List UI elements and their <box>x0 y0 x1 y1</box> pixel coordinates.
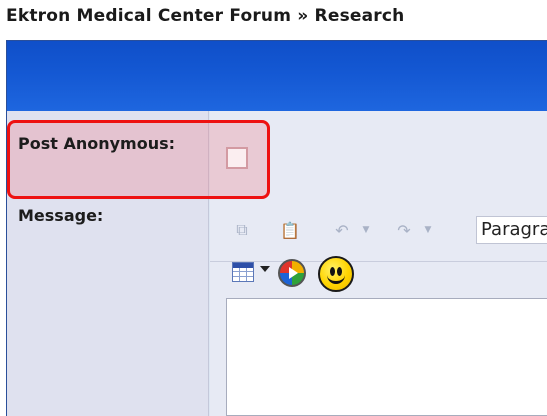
redo-icon[interactable]: ↷ <box>392 218 416 242</box>
media-icon[interactable] <box>278 259 306 287</box>
table-dropdown-icon[interactable] <box>260 266 270 272</box>
smiley-icon[interactable] <box>318 256 354 292</box>
paste-icon[interactable]: 📋 <box>278 218 302 242</box>
message-label: Message: <box>18 206 104 225</box>
message-editor[interactable] <box>226 298 547 416</box>
undo-dropdown-icon[interactable]: ▼ <box>354 218 378 242</box>
undo-icon[interactable]: ↶ <box>330 218 354 242</box>
redo-dropdown-icon[interactable]: ▼ <box>416 218 440 242</box>
paragraph-format-select[interactable]: Paragraph <box>476 216 547 244</box>
copy-icon[interactable]: ⧉ <box>230 218 254 242</box>
breadcrumb: Ektron Medical Center Forum » Research <box>6 6 405 26</box>
post-anonymous-label: Post Anonymous: <box>18 134 176 153</box>
editor-toolbar-secondary <box>226 256 406 292</box>
header-bar <box>7 41 547 111</box>
editor-toolbar: ⧉ 📋 ↶ ▼ ↷ ▼ Paragraph <box>226 216 547 244</box>
insert-table-icon[interactable] <box>232 262 254 282</box>
post-anonymous-checkbox[interactable] <box>226 147 248 169</box>
